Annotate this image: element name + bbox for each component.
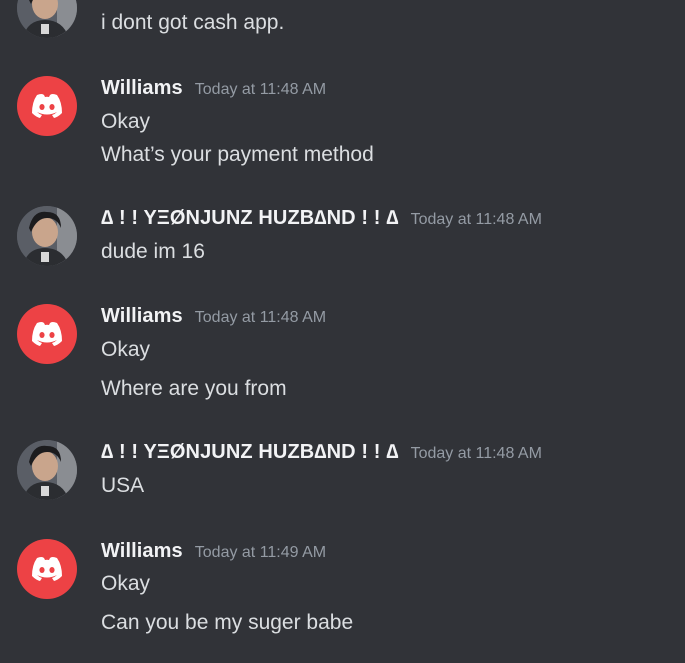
timestamp[interactable]: Today at 11:48 AM xyxy=(411,211,542,229)
timestamp[interactable]: Today at 11:48 AM xyxy=(195,309,326,327)
username[interactable]: Williams xyxy=(101,305,183,328)
user-avatar[interactable] xyxy=(17,0,77,38)
message-text: Where are you from xyxy=(101,377,287,400)
message-text: Can you be my suger babe xyxy=(101,611,354,634)
user-avatar[interactable] xyxy=(17,206,77,266)
discord-logo-avatar[interactable] xyxy=(17,304,77,364)
user-photo-icon xyxy=(17,0,77,38)
discord-logo-icon xyxy=(32,557,62,581)
message-text: USA xyxy=(101,474,145,497)
timestamp[interactable]: Today at 11:48 AM xyxy=(411,445,542,463)
user-avatar[interactable] xyxy=(17,440,77,500)
timestamp[interactable]: Today at 11:48 AM xyxy=(195,81,326,99)
message-header: Williams Today at 11:48 AM xyxy=(101,305,326,328)
user-photo-icon xyxy=(17,206,77,266)
message-header: ∆ ! ! YΞØNJUNZ HUZB∆ND ! ! ∆ Today at 11… xyxy=(101,207,542,230)
message-text: Okay xyxy=(101,110,151,133)
username[interactable]: Williams xyxy=(101,77,183,100)
username[interactable]: Williams xyxy=(101,540,183,563)
message-text: dude im 16 xyxy=(101,240,205,263)
message-header: ∆ ! ! YΞØNJUNZ HUZB∆ND ! ! ∆ Today at 11… xyxy=(101,441,542,464)
discord-logo-icon xyxy=(32,94,62,118)
message-header: Williams Today at 11:49 AM xyxy=(101,540,326,563)
message-list: i dont got cash app. Williams Today at 1… xyxy=(0,0,685,663)
message-header: Williams Today at 11:48 AM xyxy=(101,77,326,100)
message-text: What’s your payment method xyxy=(101,143,374,166)
message-text: i dont got cash app. xyxy=(101,11,285,34)
user-photo-icon xyxy=(17,440,77,500)
timestamp[interactable]: Today at 11:49 AM xyxy=(195,544,326,562)
message-text: Okay xyxy=(101,572,151,595)
discord-logo-avatar[interactable] xyxy=(17,539,77,599)
discord-logo-avatar[interactable] xyxy=(17,76,77,136)
username[interactable]: ∆ ! ! YΞØNJUNZ HUZB∆ND ! ! ∆ xyxy=(101,207,399,230)
discord-logo-icon xyxy=(32,322,62,346)
username[interactable]: ∆ ! ! YΞØNJUNZ HUZB∆ND ! ! ∆ xyxy=(101,441,399,464)
message-text: Okay xyxy=(101,338,151,361)
